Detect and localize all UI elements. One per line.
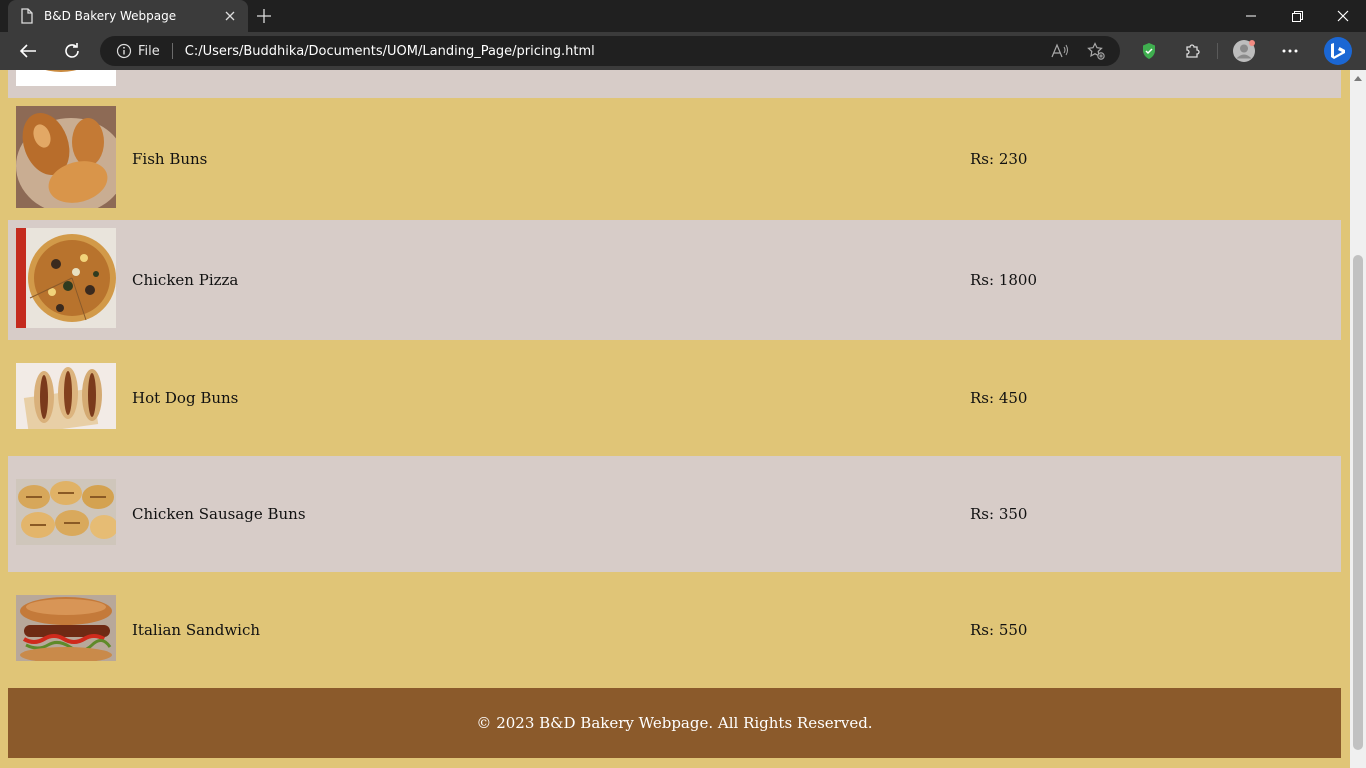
- bing-chat-icon[interactable]: [1322, 35, 1354, 67]
- address-divider: [171, 43, 173, 59]
- menu-row: Italian Sandwich Rs: 550: [8, 572, 1341, 688]
- browser-tab-strip: B&D Bakery Webpage: [0, 0, 1366, 32]
- more-options-icon[interactable]: [1276, 37, 1304, 65]
- address-bar[interactable]: File C:/Users/Buddhika/Documents/UOM/Lan…: [100, 36, 1120, 66]
- item-price: Rs: 230: [970, 150, 1028, 168]
- italian-sandwich-image: [16, 595, 116, 661]
- item-name: Hot Dog Buns: [132, 389, 239, 407]
- site-scheme-label: File: [138, 43, 160, 59]
- browser-tab[interactable]: B&D Bakery Webpage: [8, 0, 248, 32]
- scrollbar-thumb[interactable]: [1353, 255, 1363, 750]
- url-text[interactable]: C:/Users/Buddhika/Documents/UOM/Landing_…: [185, 44, 595, 59]
- item-price: Rs: 1800: [970, 271, 1037, 289]
- close-window-icon[interactable]: [1320, 0, 1366, 32]
- extensions-puzzle-icon[interactable]: [1179, 37, 1207, 65]
- new-tab-icon[interactable]: [254, 6, 274, 26]
- item-name: Fish Buns: [132, 150, 208, 168]
- restore-icon[interactable]: [1274, 0, 1320, 32]
- menu-row: Chicken Pizza Rs: 1800: [8, 220, 1341, 340]
- scroll-up-arrow-icon[interactable]: [1354, 76, 1362, 81]
- read-aloud-icon[interactable]: [1050, 41, 1070, 61]
- page-viewport: Fish Buns Rs: 230 Chicken Pizza Rs: 1800: [0, 70, 1350, 768]
- info-icon[interactable]: [116, 43, 132, 59]
- tab-title: B&D Bakery Webpage: [44, 9, 177, 23]
- product-image-partial: [16, 70, 116, 86]
- fish-buns-image: [16, 106, 116, 208]
- item-price: Rs: 550: [970, 621, 1028, 639]
- minimize-icon[interactable]: [1228, 0, 1274, 32]
- vertical-scrollbar[interactable]: [1350, 70, 1366, 768]
- item-name: Chicken Pizza: [132, 271, 239, 289]
- toolbar-divider: [1217, 43, 1218, 59]
- item-price: Rs: 350: [970, 505, 1028, 523]
- menu-row: Hot Dog Buns Rs: 450: [8, 340, 1341, 456]
- copyright-text: © 2023 B&D Bakery Webpage. All Rights Re…: [476, 714, 873, 732]
- page-footer: © 2023 B&D Bakery Webpage. All Rights Re…: [8, 688, 1341, 758]
- profile-avatar-icon[interactable]: [1230, 37, 1258, 65]
- item-name: Chicken Sausage Buns: [132, 505, 306, 523]
- favorite-star-icon[interactable]: [1086, 41, 1106, 61]
- chicken-sausage-buns-image: [16, 479, 116, 545]
- menu-row-partial: [8, 70, 1341, 98]
- menu-row: Fish Buns Rs: 230: [8, 98, 1341, 220]
- back-arrow-icon[interactable]: [14, 37, 42, 65]
- close-tab-icon[interactable]: [222, 8, 238, 24]
- item-price: Rs: 450: [970, 389, 1028, 407]
- document-icon: [20, 8, 34, 24]
- chicken-pizza-image: [16, 228, 116, 328]
- menu-row: Chicken Sausage Buns Rs: 350: [8, 456, 1341, 572]
- browser-toolbar: File C:/Users/Buddhika/Documents/UOM/Lan…: [0, 32, 1366, 70]
- refresh-icon[interactable]: [58, 37, 86, 65]
- item-name: Italian Sandwich: [132, 621, 261, 639]
- hot-dog-buns-image: [16, 363, 116, 429]
- shield-icon[interactable]: [1135, 37, 1163, 65]
